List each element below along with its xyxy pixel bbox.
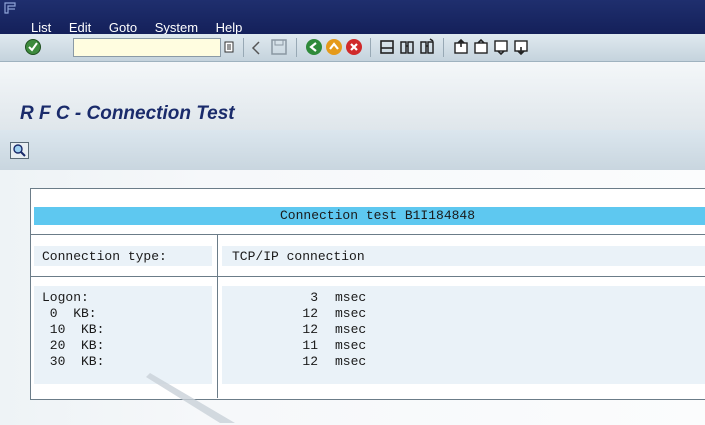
toolbar-separator — [243, 38, 244, 57]
application-toolbar — [0, 130, 705, 170]
connection-type-value: TCP/IP connection — [232, 249, 365, 264]
row-unit: msec — [335, 322, 367, 337]
row-value-30kb: 12 — [302, 354, 318, 369]
menu-list[interactable]: List — [31, 20, 51, 35]
previous-page-icon[interactable] — [472, 38, 490, 56]
row-unit: msec — [335, 338, 367, 353]
row-label-10kb: 10 KB: — [42, 322, 105, 337]
row-value-logon: 3 — [310, 290, 318, 305]
back-arrow-icon[interactable] — [250, 39, 262, 57]
row-label-logon: Logon: — [42, 290, 89, 305]
row-value-0kb: 12 — [302, 306, 318, 321]
menu-edit[interactable]: Edit — [69, 20, 91, 35]
save-icon[interactable] — [270, 38, 288, 56]
display-details-icon[interactable] — [10, 142, 29, 159]
next-page-icon[interactable] — [492, 38, 510, 56]
row-label-0kb: 0 KB: — [42, 306, 97, 321]
command-field[interactable] — [73, 38, 221, 57]
result-header: Connection test B1I184848 — [280, 208, 476, 223]
row-value-10kb: 12 — [302, 322, 318, 337]
cancel-icon[interactable] — [345, 38, 363, 56]
toolbar-separator — [370, 38, 371, 57]
row-value-20kb: 11 — [302, 338, 318, 353]
row-unit: msec — [335, 354, 367, 369]
menu-system[interactable]: System — [155, 20, 198, 35]
exit-icon[interactable] — [325, 38, 343, 56]
print-icon[interactable] — [378, 38, 396, 56]
divider — [31, 234, 705, 235]
find-next-icon[interactable] — [418, 38, 436, 56]
row-unit: msec — [335, 306, 367, 321]
row-unit: msec — [335, 290, 367, 305]
enter-icon[interactable] — [24, 38, 42, 56]
menu-help[interactable]: Help — [216, 20, 243, 35]
back-icon[interactable] — [305, 38, 323, 56]
connection-type-label: Connection type: — [42, 249, 167, 264]
row-label-30kb: 30 KB: — [42, 354, 105, 369]
toolbar-separator — [443, 38, 444, 57]
sap-logo-icon — [4, 2, 16, 14]
divider — [31, 276, 705, 277]
row-label-20kb: 20 KB: — [42, 338, 105, 353]
command-history-icon[interactable] — [222, 39, 236, 55]
menu-goto[interactable]: Goto — [109, 20, 137, 35]
page-title: R F C - Connection Test — [20, 103, 235, 124]
pointer-arrow-graphic — [146, 373, 235, 423]
last-page-icon[interactable] — [512, 38, 530, 56]
menu-bar: List Edit Goto System Help — [0, 0, 705, 35]
toolbar-separator — [296, 38, 297, 57]
find-icon[interactable] — [398, 38, 416, 56]
first-page-icon[interactable] — [452, 38, 470, 56]
